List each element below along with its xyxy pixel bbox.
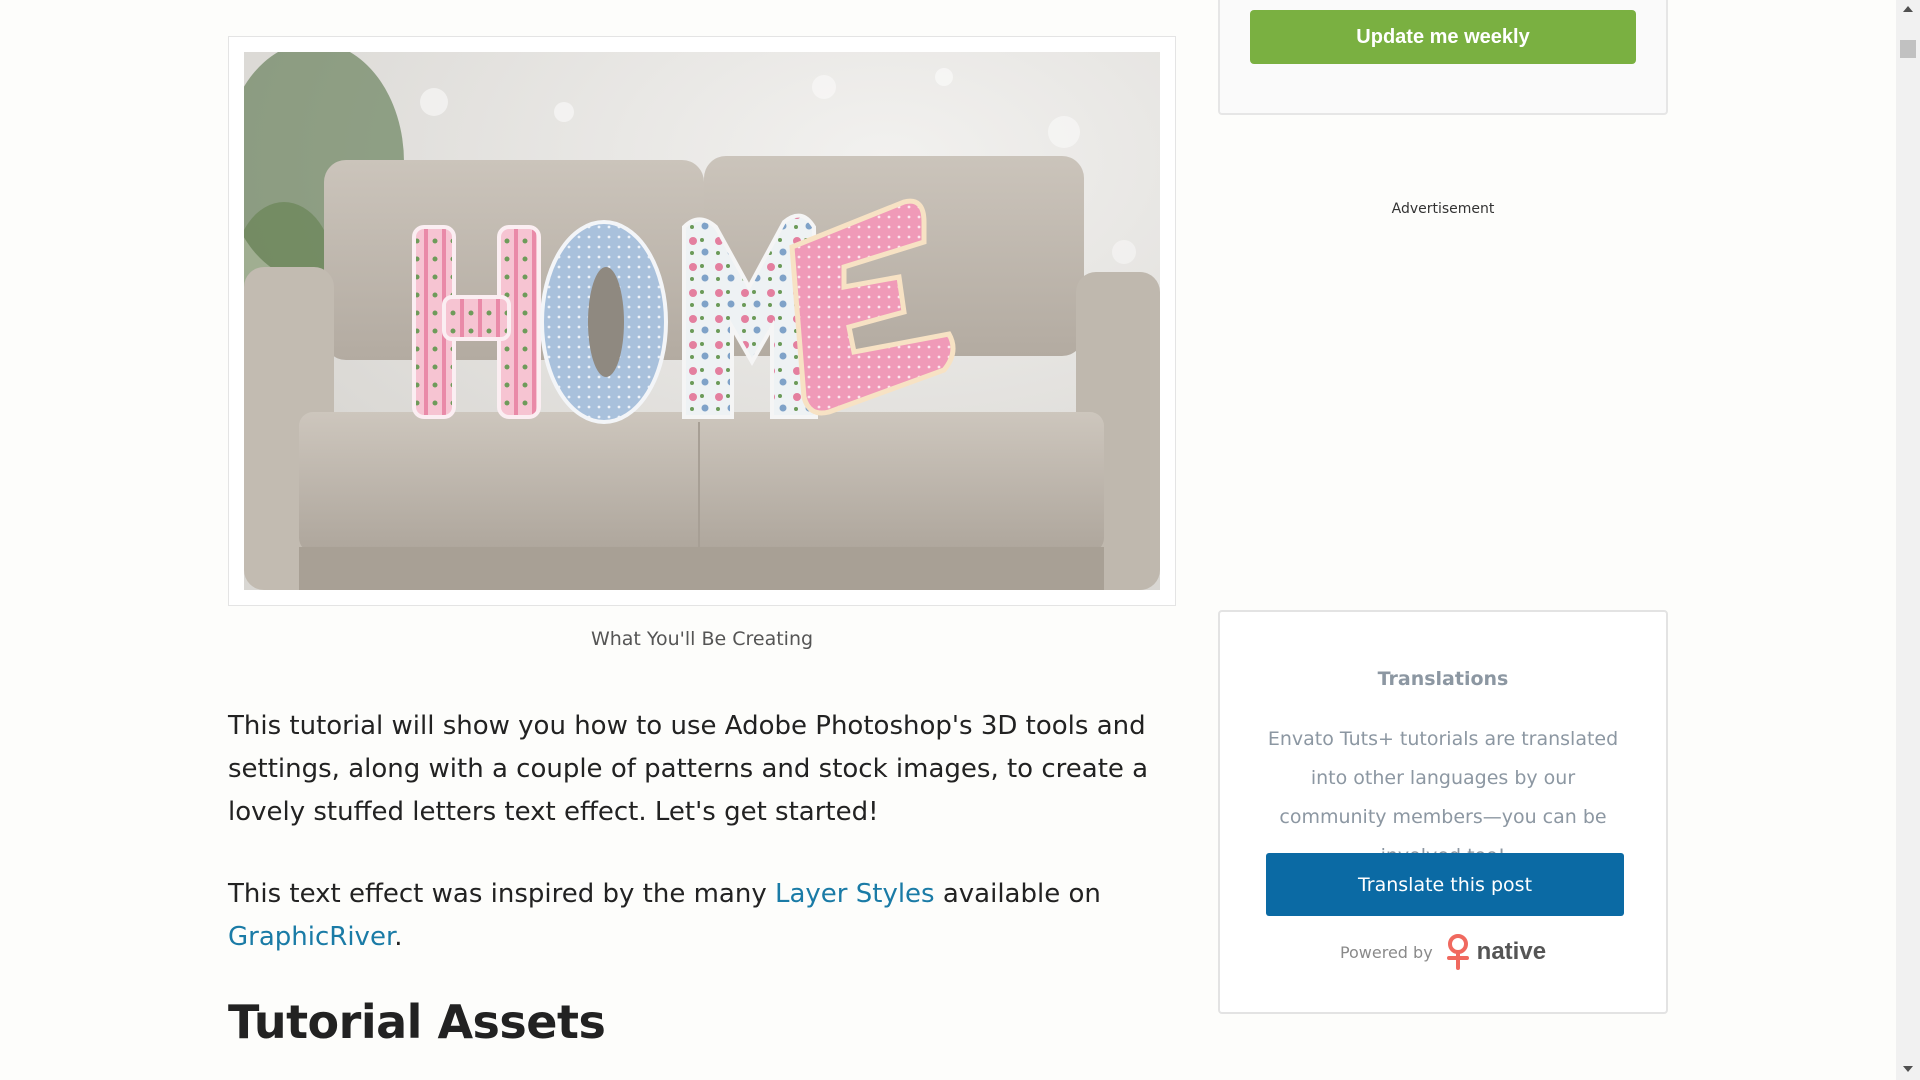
inspiration-text-before: This text effect was inspired by the man… <box>228 879 775 909</box>
translations-card: Translations Envato Tuts+ tutorials are … <box>1218 610 1668 1014</box>
section-heading: Tutorial Assets <box>228 995 606 1049</box>
translate-post-button[interactable]: Translate this post <box>1266 853 1624 916</box>
inspiration-paragraph: This text effect was inspired by the man… <box>228 873 1188 959</box>
powered-by-label: Powered by <box>1339 942 1433 962</box>
figure-caption: What You'll Be Creating <box>590 628 814 650</box>
inspiration-text-after: . <box>394 922 403 952</box>
native-brand-text: native <box>1476 938 1547 965</box>
inspiration-text-middle: available on <box>934 879 1101 909</box>
scroll-up-arrow-icon[interactable] <box>1903 6 1913 12</box>
newsletter-card: Update me weekly <box>1218 0 1668 115</box>
vertical-scrollbar[interactable] <box>1896 0 1920 1080</box>
hero-image <box>244 52 1160 590</box>
powered-by: Powered by native <box>1220 934 1666 970</box>
native-logo-icon <box>1446 934 1469 970</box>
layer-styles-link[interactable]: Layer Styles <box>775 879 935 909</box>
hero-illustration <box>244 52 1160 590</box>
native-logo[interactable]: native <box>1443 934 1546 970</box>
update-weekly-button[interactable]: Update me weekly <box>1250 10 1636 64</box>
graphicriver-link[interactable]: GraphicRiver <box>228 922 394 952</box>
advertisement-label: Advertisement <box>1391 201 1495 217</box>
intro-paragraph: This tutorial will show you how to use A… <box>228 711 1149 827</box>
scrollbar-thumb[interactable] <box>1900 40 1916 58</box>
hero-figure <box>228 36 1176 606</box>
letter-O <box>540 220 668 424</box>
translations-title: Translations <box>1377 668 1509 690</box>
scroll-down-arrow-icon[interactable] <box>1903 1066 1913 1072</box>
